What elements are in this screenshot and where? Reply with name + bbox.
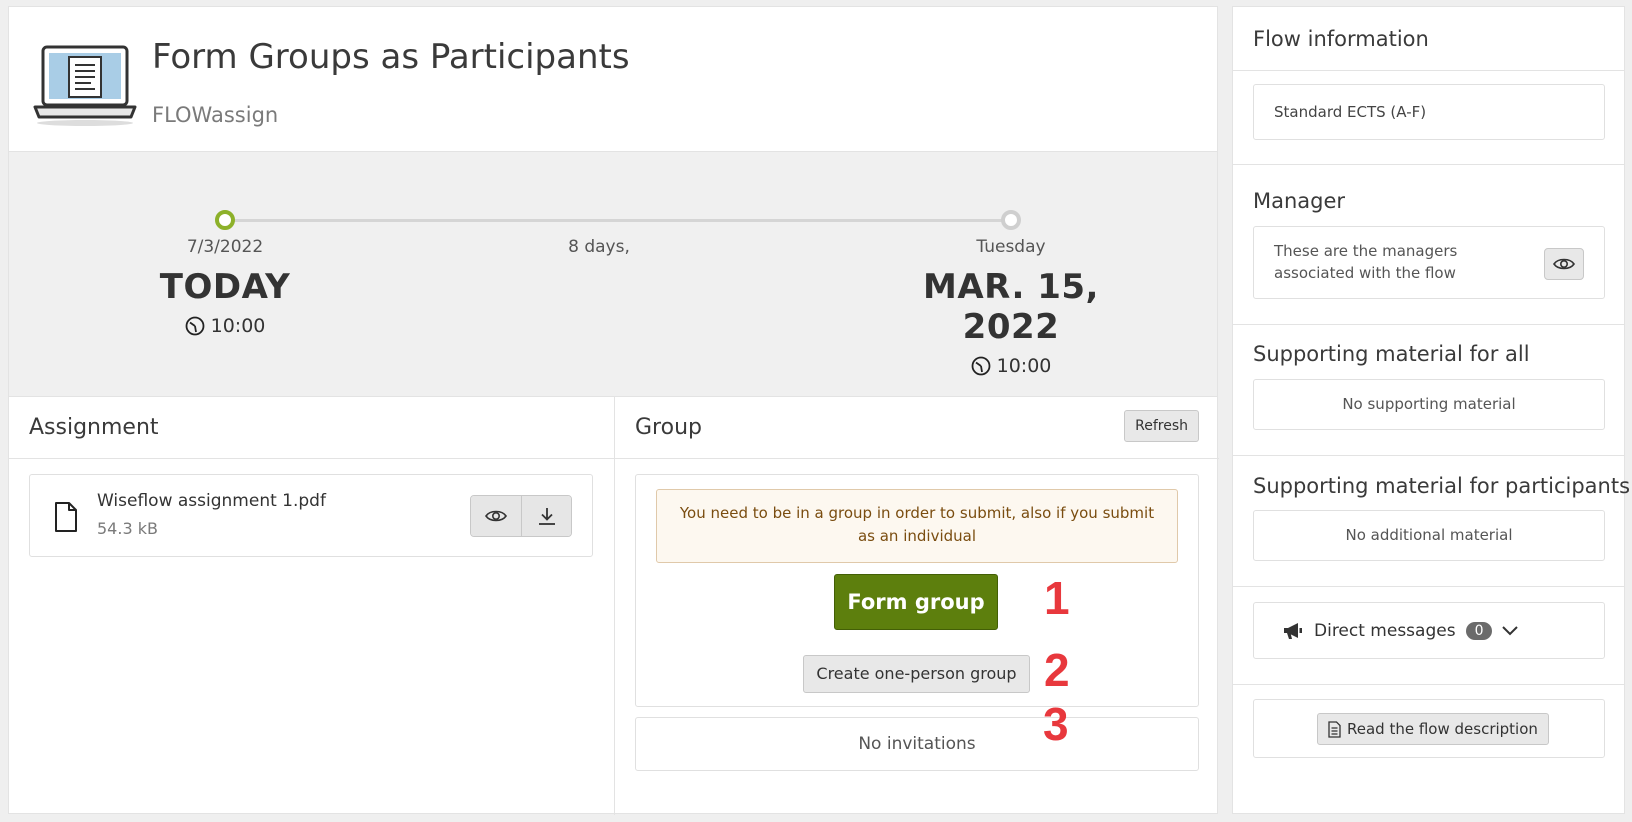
file-size: 54.3 kB <box>97 519 158 538</box>
file-name: Wiseflow assignment 1.pdf <box>97 491 326 511</box>
direct-messages-row: Direct messages 0 <box>1282 620 1519 641</box>
form-group-button[interactable]: Form group <box>834 574 998 630</box>
start-time-value: 10:00 <box>210 315 266 337</box>
read-flow-description-label: Read the flow description <box>1347 720 1538 738</box>
supporting-material-all-section: Supporting material for all No supportin… <box>1233 325 1624 456</box>
start-date: 7/3/2022 <box>186 237 264 257</box>
sidebar: Flow information Standard ECTS (A-F) Man… <box>1232 6 1630 815</box>
page-title: Form Groups as Participants <box>152 37 630 77</box>
timeline-start-dot <box>215 210 235 230</box>
direct-messages-toggle[interactable]: Direct messages 0 <box>1253 602 1605 659</box>
main-card: Form Groups as Participants FLOWassign 7… <box>8 6 1219 815</box>
group-box: You need to be in a group in order to su… <box>635 474 1199 707</box>
timeline-end-dot <box>1001 210 1021 230</box>
support-participants-title: Supporting material for participants <box>1253 474 1631 498</box>
eye-icon <box>1553 258 1575 270</box>
annotation-number: 1 <box>1044 572 1070 624</box>
assignment-title: Assignment <box>29 415 159 440</box>
support-participants-box: No additional material <box>1253 510 1605 561</box>
download-file-button[interactable] <box>521 496 571 536</box>
duration-label: 8 days, <box>568 237 630 257</box>
clock-icon <box>185 316 205 336</box>
view-managers-button[interactable] <box>1544 248 1584 280</box>
direct-messages-label: Direct messages <box>1314 620 1456 641</box>
timeline-track <box>225 219 1005 222</box>
manager-title: Manager <box>1253 189 1346 213</box>
end-time-value: 10:00 <box>996 355 1052 377</box>
view-file-button[interactable] <box>471 496 521 536</box>
annotation-number: 3 <box>1043 698 1069 750</box>
assignment-column: Assignment Wiseflow assignment 1.pdf 54.… <box>9 397 615 815</box>
eye-icon <box>485 510 507 522</box>
start-label: TODAY <box>159 267 291 307</box>
timeline-middle: 8 days, <box>469 237 729 257</box>
clock-icon <box>971 356 991 376</box>
file-icon <box>55 502 77 532</box>
annotation-number: 2 <box>1044 644 1070 696</box>
invitations-box: No invitations <box>635 717 1199 771</box>
supporting-material-participants-section: Supporting material for participants No … <box>1233 456 1630 587</box>
chevron-down-icon <box>1502 625 1519 635</box>
end-date: MAR. 15, 2022 <box>923 267 1099 347</box>
file-card: Wiseflow assignment 1.pdf 54.3 kB <box>29 474 593 557</box>
timeline-start: 7/3/2022 TODAY 10:00 <box>95 237 355 337</box>
flow-header: Form Groups as Participants FLOWassign <box>9 7 1217 152</box>
support-all-title: Supporting material for all <box>1253 342 1530 366</box>
start-time: 10:00 <box>95 315 355 337</box>
flow-description-section: Read the flow description <box>1233 685 1624 815</box>
refresh-button[interactable]: Refresh <box>1124 410 1199 442</box>
grading-scale: Standard ECTS (A-F) <box>1253 84 1605 140</box>
flow-information-section: Flow information Standard ECTS (A-F) <box>1233 7 1624 165</box>
end-time: 10:00 <box>881 355 1141 377</box>
flow-info-title: Flow information <box>1253 27 1429 51</box>
flow-description-box: Read the flow description <box>1253 699 1605 758</box>
divider <box>1233 70 1624 71</box>
read-flow-description-button[interactable]: Read the flow description <box>1317 713 1549 745</box>
group-header: Group Refresh <box>615 397 1219 459</box>
manager-box: These are the managers associated with t… <box>1253 226 1605 299</box>
download-icon <box>538 508 555 525</box>
page-subtitle: FLOWassign <box>152 103 279 127</box>
timeline: 7/3/2022 TODAY 10:00 8 days, Tuesday MAR… <box>9 152 1217 397</box>
manager-section: Manager These are the managers associate… <box>1233 165 1624 325</box>
manager-text: These are the managers associated with t… <box>1274 242 1458 282</box>
lower-section: Assignment Wiseflow assignment 1.pdf 54.… <box>9 397 1219 815</box>
end-weekday: Tuesday <box>976 237 1046 257</box>
megaphone-icon <box>1284 622 1302 639</box>
laptop-icon <box>33 45 137 126</box>
timeline-end: Tuesday MAR. 15, 2022 10:00 <box>881 237 1141 377</box>
group-title: Group <box>635 415 702 440</box>
file-actions <box>470 495 572 537</box>
support-all-box: No supporting material <box>1253 379 1605 430</box>
group-alert: You need to be in a group in order to su… <box>656 489 1178 563</box>
create-one-person-group-button[interactable]: Create one-person group <box>803 655 1030 693</box>
message-count-badge: 0 <box>1465 621 1493 640</box>
group-column: Group Refresh You need to be in a group … <box>615 397 1219 815</box>
document-icon <box>1328 720 1341 738</box>
assignment-header: Assignment <box>9 397 614 459</box>
direct-messages-section: Direct messages 0 <box>1233 587 1624 685</box>
